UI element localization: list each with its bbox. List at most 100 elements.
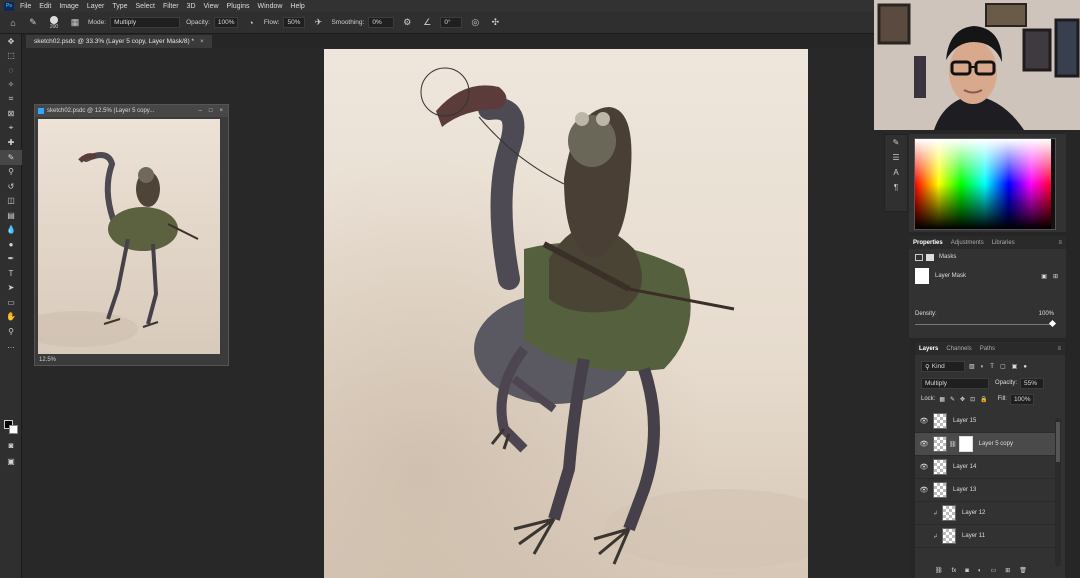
opacity-field[interactable]: 100% (213, 17, 238, 28)
layer-name[interactable]: Layer 14 (953, 464, 976, 470)
menu-image[interactable]: Image (59, 3, 78, 10)
pen-tool-icon[interactable]: ✒ (0, 252, 22, 267)
layer-row[interactable]: ↲ Layer 12 (915, 502, 1055, 525)
menu-window[interactable]: Window (258, 3, 283, 10)
background-color-swatch[interactable] (9, 425, 18, 434)
eyedropper-tool-icon[interactable]: ⌖ (0, 121, 22, 136)
mode-select[interactable]: Multiply (110, 17, 181, 28)
visibility-eye-icon[interactable]: 👁 (915, 440, 933, 448)
panel-menu-icon[interactable]: ≡ (1057, 346, 1065, 352)
menu-filter[interactable]: Filter (163, 3, 179, 10)
color-picker-field[interactable] (914, 138, 1056, 230)
gradient-tool-icon[interactable]: ▤ (0, 208, 22, 223)
dodge-tool-icon[interactable]: ● (0, 237, 22, 252)
move-tool-icon[interactable]: ✥ (0, 34, 22, 49)
density-slider-handle[interactable] (1048, 319, 1057, 328)
menu-view[interactable]: View (204, 3, 219, 10)
lock-position-icon[interactable]: ✥ (960, 396, 965, 403)
menu-3d[interactable]: 3D (187, 3, 196, 10)
maximize-icon[interactable]: □ (209, 108, 213, 114)
menu-plugins[interactable]: Plugins (227, 3, 250, 10)
pressure-size-icon[interactable]: ◎ (468, 16, 482, 30)
marquee-tool-icon[interactable]: ⬚ (0, 49, 22, 64)
quick-mask-icon[interactable]: ◙ (0, 438, 22, 453)
adjust-panel-icon[interactable]: ☰ (885, 150, 907, 165)
new-group-icon[interactable]: ▭ (991, 567, 997, 574)
link-layers-icon[interactable]: ⛓ (935, 567, 943, 574)
blur-tool-icon[interactable]: 💧 (0, 223, 22, 238)
adjustment-layer-icon[interactable]: ◐ (978, 568, 982, 574)
density-value[interactable]: 100% (1039, 311, 1054, 317)
path-selection-tool-icon[interactable]: ➤ (0, 281, 22, 296)
density-slider[interactable] (915, 319, 1057, 328)
adjust-filter-icon[interactable]: ◐ (981, 364, 985, 370)
new-layer-icon[interactable]: ⊞ (1005, 567, 1010, 574)
layer-name[interactable]: Layer 12 (962, 510, 985, 516)
screen-mode-icon[interactable]: ▣ (0, 454, 22, 469)
tab-adjustments[interactable]: Adjustments (951, 240, 984, 246)
layer-opacity-field[interactable]: 55% (1020, 377, 1045, 389)
pixel-filter-icon[interactable]: ▨ (969, 363, 975, 370)
frame-tool-icon[interactable]: ⊠ (0, 107, 22, 122)
brush-tool-icon[interactable]: ✎ (0, 150, 22, 165)
add-mask-icon[interactable]: ◙ (965, 568, 969, 574)
type-tool-icon[interactable]: T (0, 266, 22, 281)
vector-mask-icon[interactable] (926, 253, 934, 261)
pressure-opacity-icon[interactable]: ◔ (244, 16, 258, 30)
gear-icon[interactable]: ⚙ (400, 16, 414, 30)
menu-file[interactable]: File (20, 3, 31, 10)
layer-name[interactable]: Layer 5 copy (979, 441, 1013, 447)
smart-filter-icon[interactable]: ▣ (1012, 363, 1018, 370)
visibility-eye-icon[interactable]: 👁 (915, 463, 933, 471)
eraser-tool-icon[interactable]: ◫ (0, 194, 22, 209)
vector-mask-add-icon[interactable]: ⊞ (1053, 273, 1058, 280)
flow-field[interactable]: 50% (283, 17, 306, 28)
floating-window-zoom[interactable]: 12.5% (39, 357, 56, 363)
lock-artboard-icon[interactable]: ⊡ (970, 396, 975, 403)
layer-row[interactable]: 👁 Layer 14 (915, 456, 1055, 479)
blend-mode-select[interactable]: Multiply (921, 377, 989, 389)
layer-name[interactable]: Layer 15 (953, 418, 976, 424)
tab-channels[interactable]: Channels (946, 346, 971, 352)
menu-select[interactable]: Select (136, 3, 155, 10)
layer-mask-thumbnail[interactable] (915, 268, 929, 284)
visibility-eye-icon[interactable]: 👁 (915, 417, 933, 425)
magic-wand-tool-icon[interactable]: ✧ (0, 78, 22, 93)
more-tools-icon[interactable]: … (0, 339, 22, 354)
select-mask-icon[interactable]: ▣ (1041, 273, 1047, 280)
layer-row[interactable]: 👁 Layer 13 (915, 479, 1055, 502)
brush-settings-icon[interactable]: ▦ (68, 16, 82, 30)
layer-name[interactable]: Layer 11 (962, 533, 985, 539)
zoom-tool-icon[interactable]: ⚲ (0, 324, 22, 339)
main-canvas-artwork[interactable] (324, 49, 808, 578)
layer-name[interactable]: Layer 13 (953, 487, 976, 493)
airbrush-icon[interactable]: ✈ (311, 16, 325, 30)
pixel-mask-icon[interactable] (915, 253, 923, 261)
layer-row[interactable]: 👁 Layer 15 (915, 410, 1055, 433)
hand-tool-icon[interactable]: ✋ (0, 310, 22, 325)
tab-layers[interactable]: Layers (919, 346, 938, 352)
visibility-eye-icon[interactable]: 👁 (915, 486, 933, 494)
lasso-tool-icon[interactable]: ◌ (0, 63, 22, 78)
lock-transparency-icon[interactable]: ▦ (939, 396, 945, 403)
symmetry-icon[interactable]: ✣ (488, 16, 502, 30)
healing-brush-tool-icon[interactable]: ✚ (0, 136, 22, 151)
fx-icon[interactable]: fx (952, 568, 957, 574)
tab-properties[interactable]: Properties (913, 240, 943, 246)
menu-help[interactable]: Help (290, 3, 304, 10)
layer-mask-thumbnail[interactable] (958, 436, 973, 452)
menu-edit[interactable]: Edit (39, 3, 51, 10)
fill-field[interactable]: 100% (1009, 393, 1034, 405)
floating-window-titlebar[interactable]: sketch02.psdc @ 12.5% (Layer 5 copy... –… (35, 105, 228, 117)
lock-all-icon[interactable]: 🔒 (980, 396, 987, 403)
scrollbar-thumb[interactable] (1056, 422, 1060, 462)
angle-field[interactable]: 0° (440, 17, 463, 28)
tab-libraries[interactable]: Libraries (992, 240, 1015, 246)
document-tab[interactable]: sketch02.psdc @ 33.3% (Layer 5 copy, Lay… (26, 35, 212, 48)
character-panel-icon[interactable]: A (885, 165, 907, 180)
brush-preset-picker[interactable]: 200 (46, 15, 62, 30)
shape-filter-icon[interactable]: ▢ (1000, 363, 1006, 370)
layers-scrollbar[interactable] (1055, 418, 1061, 566)
brush-tool-icon[interactable]: ✎ (26, 16, 40, 30)
paragraph-panel-icon[interactable]: ¶ (885, 180, 907, 195)
